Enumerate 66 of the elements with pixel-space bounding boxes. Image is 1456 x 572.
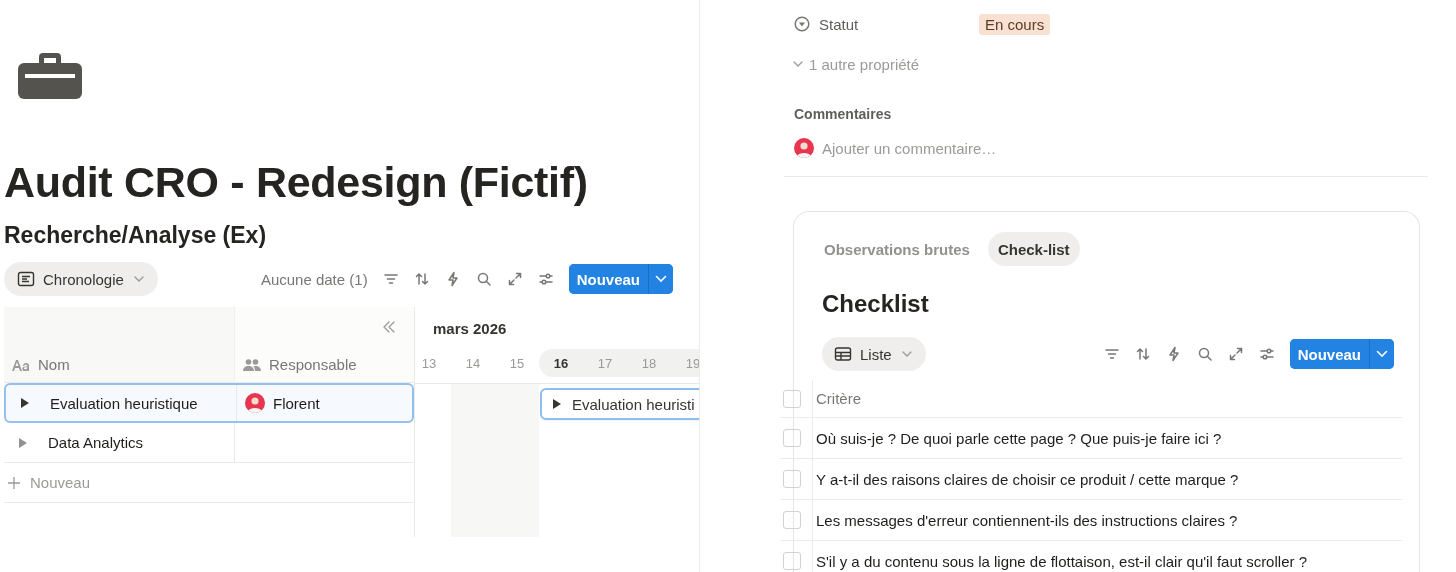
avatar-icon bbox=[794, 138, 814, 158]
table-row[interactable]: Data Analytics bbox=[4, 423, 414, 463]
view-switcher[interactable]: Chronologie bbox=[4, 262, 158, 296]
page-title: Audit CRO - Redesign (Fictif) bbox=[4, 157, 589, 208]
checkbox[interactable] bbox=[783, 470, 801, 488]
people-icon bbox=[243, 358, 261, 371]
day-label: 16 bbox=[553, 355, 569, 371]
text-property-icon bbox=[12, 358, 30, 371]
expand-icon[interactable] bbox=[1227, 346, 1244, 362]
view-tab[interactable]: Check-list bbox=[987, 232, 1080, 266]
status-tag[interactable]: En cours bbox=[979, 13, 1051, 35]
day-label: 14 bbox=[465, 355, 481, 371]
chevron-down-icon bbox=[901, 351, 912, 357]
collapse-icon[interactable] bbox=[382, 321, 396, 333]
day-label: 19 bbox=[685, 355, 699, 371]
no-date-link[interactable]: Aucune date (1) bbox=[260, 270, 368, 288]
table-cell: Data Analytics bbox=[48, 434, 144, 451]
property-label: Statut bbox=[819, 15, 859, 33]
day-label: 18 bbox=[641, 355, 657, 371]
checklist-item[interactable]: Y a-t-il des raisons claires de choisir ce produit / cette marque ? bbox=[812, 459, 1239, 499]
column-header: Nom bbox=[38, 356, 70, 373]
assignee-name: Florent bbox=[273, 394, 320, 412]
column-header: Critère bbox=[812, 380, 861, 417]
chevron-down-icon bbox=[655, 275, 667, 283]
sliders-icon[interactable] bbox=[1258, 346, 1275, 362]
comments-heading: Commentaires bbox=[794, 106, 893, 124]
table-icon bbox=[834, 346, 852, 362]
briefcase-icon bbox=[17, 51, 83, 99]
sliders-icon[interactable] bbox=[537, 271, 554, 287]
expand-icon[interactable] bbox=[506, 271, 523, 287]
dropdown-button[interactable] bbox=[1369, 339, 1394, 369]
chevron-down-icon bbox=[133, 276, 144, 282]
database-title: Recherche/Analyse (Ex) bbox=[4, 221, 268, 250]
sort-icon[interactable] bbox=[413, 271, 430, 287]
checklist-item[interactable]: S'il y a du contenu sous la ligne de flottaison, est-il clair qu'il faut scroller ? bbox=[812, 541, 1307, 572]
dropdown-button[interactable] bbox=[648, 264, 673, 294]
avatar-icon bbox=[245, 393, 265, 413]
view-title: Checklist bbox=[822, 289, 930, 319]
plus-icon bbox=[8, 476, 20, 489]
filter-icon[interactable] bbox=[382, 271, 399, 287]
table-cell: Evaluation heuristique bbox=[50, 394, 198, 412]
checklist-item[interactable]: Où suis-je ? De quoi parle cette page ? Que puis-je faire ici ? bbox=[812, 418, 1222, 458]
column-header: Responsable bbox=[269, 356, 357, 373]
filter-icon[interactable] bbox=[1103, 346, 1120, 362]
day-label: 15 bbox=[509, 355, 525, 371]
chevron-down-icon bbox=[793, 61, 803, 67]
comment-field[interactable]: Ajouter un commentaire… bbox=[822, 139, 1082, 157]
expand-triangle-icon[interactable] bbox=[20, 397, 30, 409]
view-switcher[interactable]: Liste bbox=[822, 337, 926, 371]
status-icon bbox=[794, 16, 810, 32]
timeline-icon bbox=[17, 271, 35, 287]
timeline-bar[interactable]: Evaluation heuristi bbox=[540, 388, 699, 420]
table-row[interactable]: Evaluation heuristique Florent bbox=[4, 383, 414, 423]
chevron-down-icon bbox=[1376, 350, 1388, 358]
search-icon[interactable] bbox=[475, 271, 492, 287]
sort-icon[interactable] bbox=[1134, 346, 1151, 362]
checklist-item[interactable]: Les messages d'erreur contiennent-ils des instructions claires ? bbox=[812, 500, 1238, 540]
checkbox[interactable] bbox=[783, 429, 801, 447]
month-label: mars 2026 bbox=[433, 319, 507, 337]
day-label: 17 bbox=[597, 355, 613, 371]
checkbox[interactable] bbox=[783, 511, 801, 529]
search-icon[interactable] bbox=[1196, 346, 1213, 362]
checkbox[interactable] bbox=[783, 552, 801, 570]
checkbox[interactable] bbox=[783, 389, 801, 408]
expand-triangle-icon bbox=[552, 398, 562, 410]
day-label: 13 bbox=[421, 355, 437, 371]
